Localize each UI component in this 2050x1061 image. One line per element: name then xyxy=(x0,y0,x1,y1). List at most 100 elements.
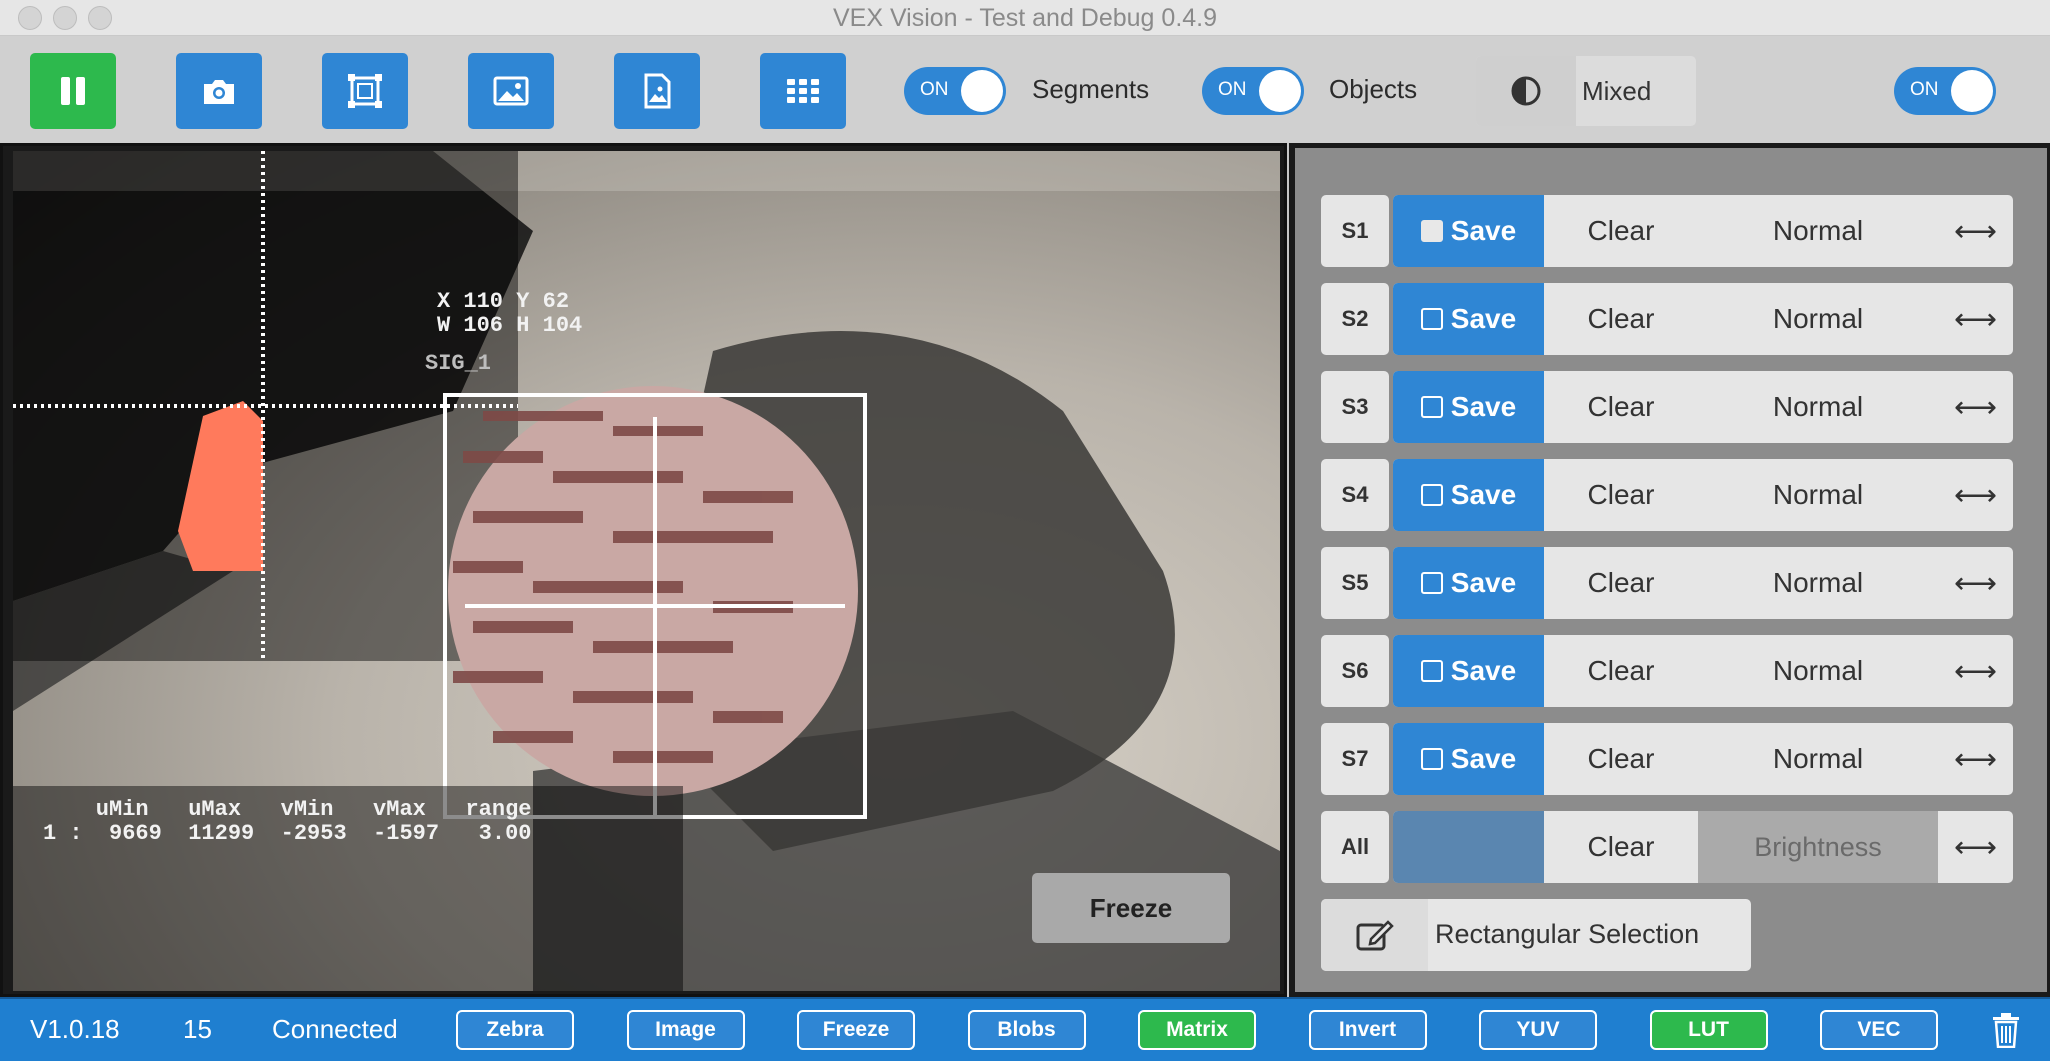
signature-row-s4: S4 Save Clear Normal ⟷ xyxy=(1321,459,2013,531)
expand-arrow-icon[interactable]: ⟷ xyxy=(1938,635,2013,707)
freeze-button[interactable]: Freeze xyxy=(1032,873,1230,943)
brightness-slider[interactable]: Brightness xyxy=(1698,811,1938,883)
save-checkbox[interactable] xyxy=(1420,484,1443,506)
select-region-button[interactable] xyxy=(322,53,408,129)
save-signature-button[interactable]: Save xyxy=(1393,547,1544,619)
clear-all-button[interactable]: Clear xyxy=(1544,811,1698,883)
signature-id: All xyxy=(1321,811,1389,883)
signature-mode-button[interactable]: Normal xyxy=(1698,283,1938,355)
clear-signature-button[interactable]: Clear xyxy=(1544,547,1698,619)
expand-arrow-icon[interactable]: ⟷ xyxy=(1938,723,2013,795)
signature-id[interactable]: S7 xyxy=(1321,723,1389,795)
objects-label: Objects xyxy=(1329,74,1418,104)
save-label: Save xyxy=(1450,655,1517,686)
status-toggle-freeze[interactable]: Freeze xyxy=(797,1010,915,1050)
load-image-button[interactable] xyxy=(468,53,554,129)
signature-mode-button[interactable]: Normal xyxy=(1698,723,1938,795)
signature-row-s3: S3 Save Clear Normal ⟷ xyxy=(1321,371,2013,443)
clear-signature-button[interactable]: Clear xyxy=(1544,283,1698,355)
signature-row-s7: S7 Save Clear Normal ⟷ xyxy=(1321,723,2013,795)
rectangular-selection-label: Rectangular Selection xyxy=(1435,919,1700,949)
display-mode-button[interactable]: Mixed xyxy=(1476,56,1696,126)
clear-signature-button[interactable]: Clear xyxy=(1544,459,1698,531)
expand-arrow-icon[interactable]: ⟷ xyxy=(1938,811,2013,883)
signature-mode-button[interactable]: Normal xyxy=(1698,195,1938,267)
save-label: Save xyxy=(1450,391,1517,422)
grid-icon xyxy=(787,79,819,103)
coords-line-1: X 110 Y 62 xyxy=(437,289,570,314)
clear-signature-button[interactable]: Clear xyxy=(1544,371,1698,443)
snapshot-button[interactable] xyxy=(176,53,262,129)
stats-row: 1 : 9669 11299 -2953 -1597 3.00 xyxy=(43,821,532,846)
expand-arrow-icon[interactable]: ⟷ xyxy=(1938,283,2013,355)
display-mode-label: Mixed xyxy=(1582,76,1652,106)
clear-signature-button[interactable]: Clear xyxy=(1544,635,1698,707)
save-signature-button[interactable]: Save xyxy=(1393,459,1544,531)
toolbar: ON Segments ON Objects Mixed ON xyxy=(0,36,2050,143)
status-toggle-blobs[interactable]: Blobs xyxy=(967,1010,1086,1050)
save-image-button[interactable] xyxy=(614,53,700,129)
signature-mode-button[interactable]: Normal xyxy=(1698,547,1938,619)
rectangular-selection-button[interactable]: Rectangular Selection xyxy=(1321,899,1751,971)
all-color-swatch xyxy=(1393,811,1544,883)
status-toggle-invert[interactable]: Invert xyxy=(1308,1010,1427,1050)
signature-row-s1: S1 Save Clear Normal ⟷ xyxy=(1321,195,2013,267)
save-checkbox[interactable] xyxy=(1420,220,1443,242)
save-signature-button[interactable]: Save xyxy=(1393,635,1544,707)
signature-id[interactable]: S3 xyxy=(1321,371,1389,443)
status-toggle-matrix[interactable]: Matrix xyxy=(1138,1010,1256,1050)
grid-view-button[interactable] xyxy=(760,53,846,129)
signature-mode-button[interactable]: Normal xyxy=(1698,635,1938,707)
camera-view[interactable]: X 110 Y 62 W 106 H 104 SIG_1 uMin uMax v… xyxy=(13,151,1280,991)
objects-toggle[interactable]: ON xyxy=(1202,67,1304,115)
toggle-knob xyxy=(1951,70,1993,112)
save-checkbox[interactable] xyxy=(1420,572,1443,594)
save-signature-button[interactable]: Save xyxy=(1393,371,1544,443)
camera-icon xyxy=(204,80,234,104)
status-toggle-image[interactable]: Image xyxy=(626,1010,745,1050)
objects-toggle-state: ON xyxy=(1218,79,1247,100)
expand-arrow-icon[interactable]: ⟷ xyxy=(1938,459,2013,531)
signature-mode-button[interactable]: Normal xyxy=(1698,371,1938,443)
signature-id[interactable]: S2 xyxy=(1321,283,1389,355)
save-checkbox[interactable] xyxy=(1420,308,1443,330)
save-signature-button[interactable]: Save xyxy=(1393,283,1544,355)
signature-id[interactable]: S5 xyxy=(1321,547,1389,619)
title-bar: VEX Vision - Test and Debug 0.4.9 xyxy=(0,0,2050,36)
signature-mode-button[interactable]: Normal xyxy=(1698,459,1938,531)
status-toggle-vec[interactable]: VEC xyxy=(1820,1010,1938,1050)
signature-id[interactable]: S1 xyxy=(1321,195,1389,267)
window-title: VEX Vision - Test and Debug 0.4.9 xyxy=(832,4,1218,32)
pause-button[interactable] xyxy=(30,53,116,129)
wifi-toggle[interactable]: ON xyxy=(1894,67,1996,115)
pause-icon xyxy=(61,77,85,105)
status-toggle-zebra[interactable]: Zebra xyxy=(456,1010,574,1050)
save-label: Save xyxy=(1450,567,1517,598)
clear-signature-button[interactable]: Clear xyxy=(1544,723,1698,795)
signature-controls: Save Clear Normal ⟷ xyxy=(1393,459,2013,531)
image-icon xyxy=(493,76,529,106)
contrast-icon xyxy=(1476,56,1576,126)
segments-label: Segments xyxy=(1032,74,1150,104)
save-checkbox[interactable] xyxy=(1420,660,1443,682)
signature-row-s2: S2 Save Clear Normal ⟷ xyxy=(1321,283,2013,355)
save-checkbox[interactable] xyxy=(1420,748,1443,770)
save-label: Save xyxy=(1450,303,1517,334)
clear-signature-button[interactable]: Clear xyxy=(1544,195,1698,267)
expand-arrow-icon[interactable]: ⟷ xyxy=(1938,195,2013,267)
signature-controls: Clear Brightness ⟷ xyxy=(1393,811,2013,883)
trash-icon[interactable] xyxy=(1991,1012,2021,1048)
save-signature-button[interactable]: Save xyxy=(1393,195,1544,267)
camera-image xyxy=(13,151,1280,991)
signature-controls: Save Clear Normal ⟷ xyxy=(1393,371,2013,443)
expand-arrow-icon[interactable]: ⟷ xyxy=(1938,371,2013,443)
save-signature-button[interactable]: Save xyxy=(1393,723,1544,795)
save-label: Save xyxy=(1450,743,1517,774)
segments-toggle[interactable]: ON xyxy=(904,67,1006,115)
status-toggle-lut[interactable]: LUT xyxy=(1649,1010,1768,1050)
status-toggle-yuv[interactable]: YUV xyxy=(1479,1010,1597,1050)
save-checkbox[interactable] xyxy=(1420,396,1443,418)
expand-arrow-icon[interactable]: ⟷ xyxy=(1938,547,2013,619)
signature-id[interactable]: S4 xyxy=(1321,459,1389,531)
signature-id[interactable]: S6 xyxy=(1321,635,1389,707)
